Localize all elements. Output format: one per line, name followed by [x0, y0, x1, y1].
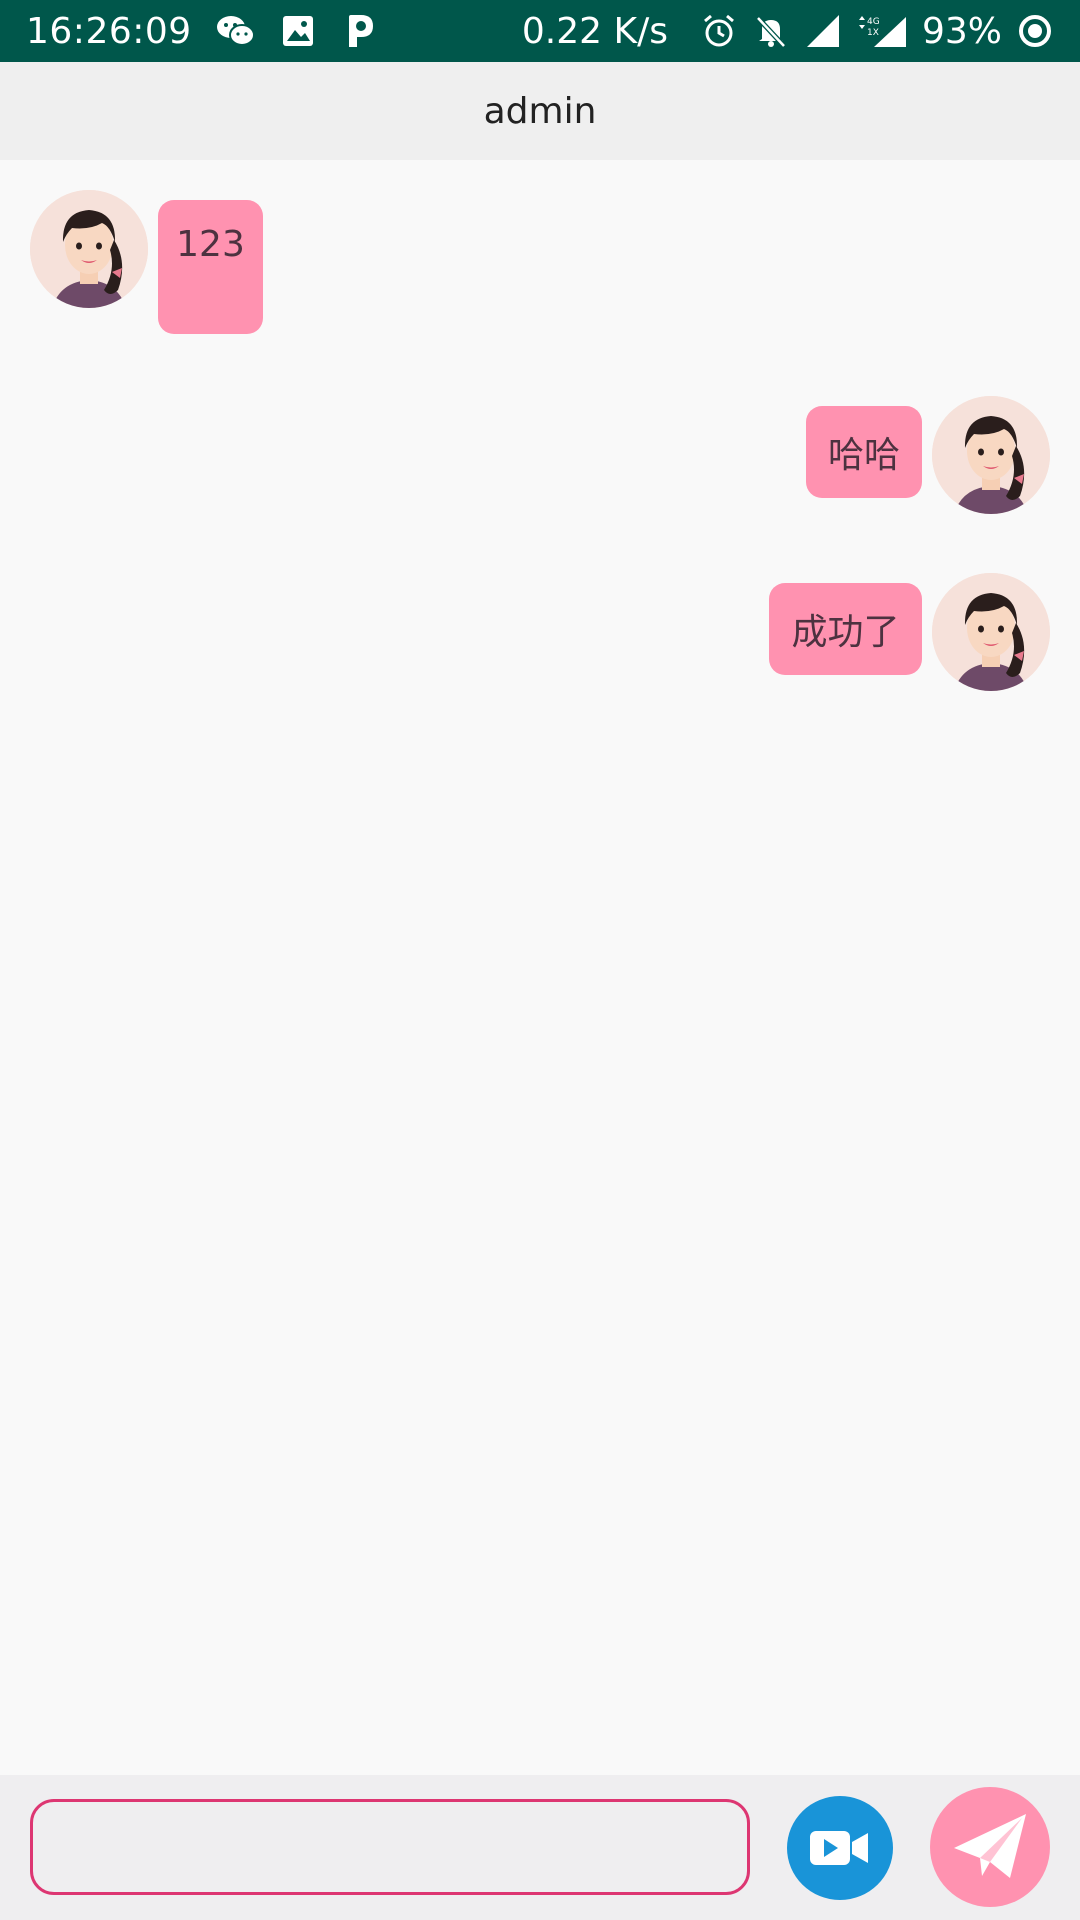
battery-ring-icon: [1016, 12, 1054, 50]
message-item: 哈哈: [806, 396, 1050, 514]
signal-badge-bottom: 1X: [867, 28, 879, 38]
message-bubble[interactable]: 哈哈: [806, 406, 922, 498]
message-input[interactable]: [30, 1799, 750, 1895]
status-right: 0.22 K/s 4G 1X 93%: [522, 11, 1054, 52]
paper-plane-icon: [954, 1814, 1026, 1878]
status-bar: 16:26:09 0.22 K/s 4G 1X 93%: [0, 0, 1080, 62]
message-item: 成功了: [769, 573, 1050, 691]
message-bubble[interactable]: 成功了: [769, 583, 922, 675]
page-title: admin: [483, 90, 597, 132]
signal-icon: [804, 12, 842, 50]
signal-badge-top: 4G: [867, 17, 880, 27]
status-left: 16:26:09: [26, 11, 402, 52]
girl-avatar-icon: [932, 573, 1050, 691]
message-bubble[interactable]: 123: [158, 200, 263, 334]
video-camera-icon: [810, 1831, 868, 1865]
battery-percent: 93%: [921, 10, 1002, 52]
title-bar: admin: [0, 62, 1080, 160]
message-text: 123: [176, 224, 245, 265]
girl-avatar-icon: [30, 190, 148, 308]
p-app-icon: [340, 11, 380, 51]
gallery-icon: [278, 11, 318, 51]
video-call-button[interactable]: [787, 1796, 893, 1900]
avatar[interactable]: [932, 396, 1050, 514]
message-item: 123: [30, 190, 263, 334]
avatar[interactable]: [30, 190, 148, 308]
input-bar: [0, 1775, 1080, 1920]
message-text: 成功了: [791, 612, 900, 653]
status-time: 16:26:09: [26, 10, 192, 52]
net-speed: 0.22 K/s: [521, 10, 668, 52]
avatar[interactable]: [932, 573, 1050, 691]
chat-list[interactable]: 123 哈哈 成功了: [0, 160, 1080, 1775]
alarm-icon: [700, 12, 738, 50]
message-text: 哈哈: [827, 435, 900, 476]
send-button[interactable]: [930, 1787, 1050, 1907]
wechat-icon: [216, 11, 256, 51]
bell-muted-icon: [752, 12, 790, 50]
girl-avatar-icon: [932, 396, 1050, 514]
signal-4g-icon: 4G 1X: [856, 12, 908, 50]
